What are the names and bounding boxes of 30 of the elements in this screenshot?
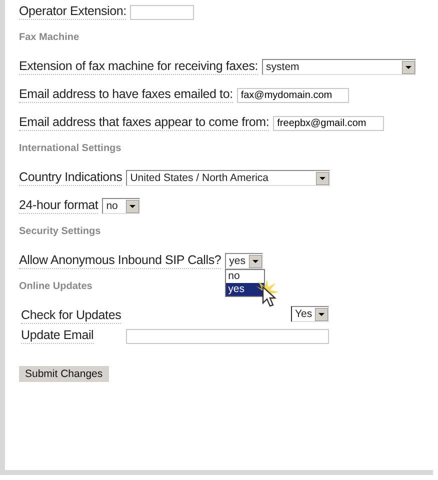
section-heading: Security Settings xyxy=(19,226,101,237)
input-field[interactable] xyxy=(126,328,329,344)
field-label: Country Indications xyxy=(19,170,122,186)
dropdown[interactable]: yes xyxy=(225,253,264,269)
dropdown[interactable]: system xyxy=(262,59,416,75)
dropdown-option[interactable]: yes xyxy=(226,283,264,296)
field-label: Email address to have faxes emailed to: xyxy=(19,87,233,103)
field-label: Operator Extension: xyxy=(19,4,126,20)
dropdown-arrow-icon[interactable] xyxy=(126,200,140,212)
dropdown-arrow-icon[interactable] xyxy=(315,308,328,320)
input-field[interactable]: freepbx@gmail.com xyxy=(273,116,384,130)
section-heading: Online Updates xyxy=(19,281,92,292)
field-label: Extension of fax machine for receiving faxes: xyxy=(19,59,258,75)
section-heading: International Settings xyxy=(19,143,122,154)
field-label: Allow Anonymous Inbound SIP Calls? xyxy=(19,253,222,269)
dropdown-arrow-icon[interactable] xyxy=(402,60,416,74)
dropdown[interactable]: Yes xyxy=(291,306,329,322)
input-field[interactable] xyxy=(130,4,194,20)
dropdown[interactable]: United States / North America xyxy=(126,170,330,186)
section-heading: Fax Machine xyxy=(19,32,80,43)
dropdown[interactable]: no xyxy=(102,198,140,214)
field-label: Update Email xyxy=(21,328,94,344)
dropdown-arrow-icon[interactable] xyxy=(249,254,262,268)
field-label: Check for Updates xyxy=(21,308,122,324)
field-label: Email address that faxes appear to come from: xyxy=(19,115,270,131)
submit-button[interactable]: Submit Changes xyxy=(19,366,109,382)
dropdown-option[interactable]: no xyxy=(226,270,264,283)
field-label: 24-hour format xyxy=(19,198,98,214)
input-field[interactable]: fax@mydomain.com xyxy=(236,88,349,102)
dropdown-arrow-icon[interactable] xyxy=(316,172,330,184)
